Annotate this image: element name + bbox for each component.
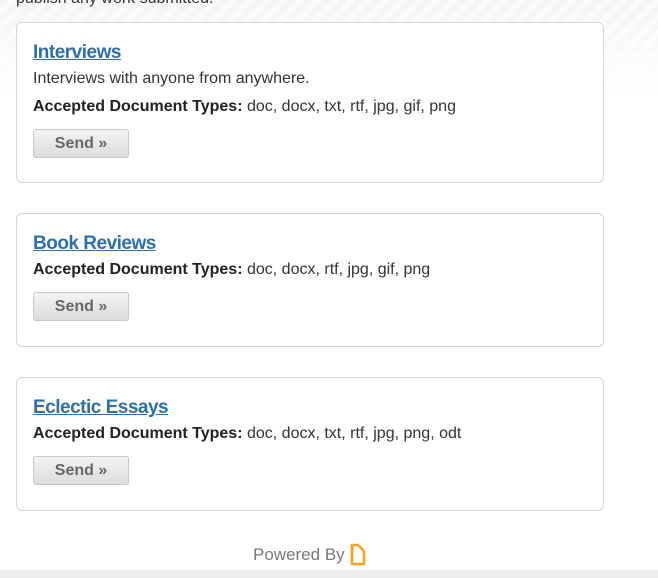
- send-button[interactable]: Send »: [33, 129, 129, 158]
- intro-text: publish any work submitted.: [16, 0, 213, 8]
- category-title-link[interactable]: Interviews: [33, 41, 121, 65]
- accepted-types-value: doc, docx, rtf, jpg, gif, png: [246, 261, 431, 278]
- page-bottom-bar: [0, 570, 658, 578]
- category-title-link[interactable]: Book Reviews: [33, 232, 156, 256]
- category-card-eclectic-essays: Eclectic Essays Accepted Document Types:…: [16, 377, 604, 511]
- accepted-types: Accepted Document Types: doc, docx, rtf,…: [33, 260, 587, 280]
- powered-by-label: Powered By: [253, 545, 345, 564]
- send-button[interactable]: Send »: [33, 456, 129, 485]
- send-button[interactable]: Send »: [33, 292, 129, 321]
- accepted-types-label: Accepted Document Types:: [33, 98, 243, 115]
- accepted-types-value: doc, docx, txt, rtf, jpg, png, odt: [246, 425, 462, 442]
- accepted-types-label: Accepted Document Types:: [33, 261, 243, 278]
- category-description: Interviews with anyone from anywhere.: [33, 70, 310, 87]
- accepted-types-label: Accepted Document Types:: [33, 425, 243, 442]
- accepted-types: Accepted Document Types: doc, docx, txt,…: [33, 97, 587, 117]
- category-title-link[interactable]: Eclectic Essays: [33, 396, 169, 420]
- category-card-interviews: Interviews Interviews with anyone from a…: [16, 22, 604, 183]
- accepted-types-value: doc, docx, txt, rtf, jpg, gif, png: [246, 98, 456, 115]
- category-card-book-reviews: Book Reviews Accepted Document Types: do…: [16, 213, 604, 347]
- submittable-logo-icon: [349, 543, 367, 567]
- powered-by[interactable]: Powered By: [253, 543, 367, 567]
- accepted-types: Accepted Document Types: doc, docx, txt,…: [33, 424, 587, 444]
